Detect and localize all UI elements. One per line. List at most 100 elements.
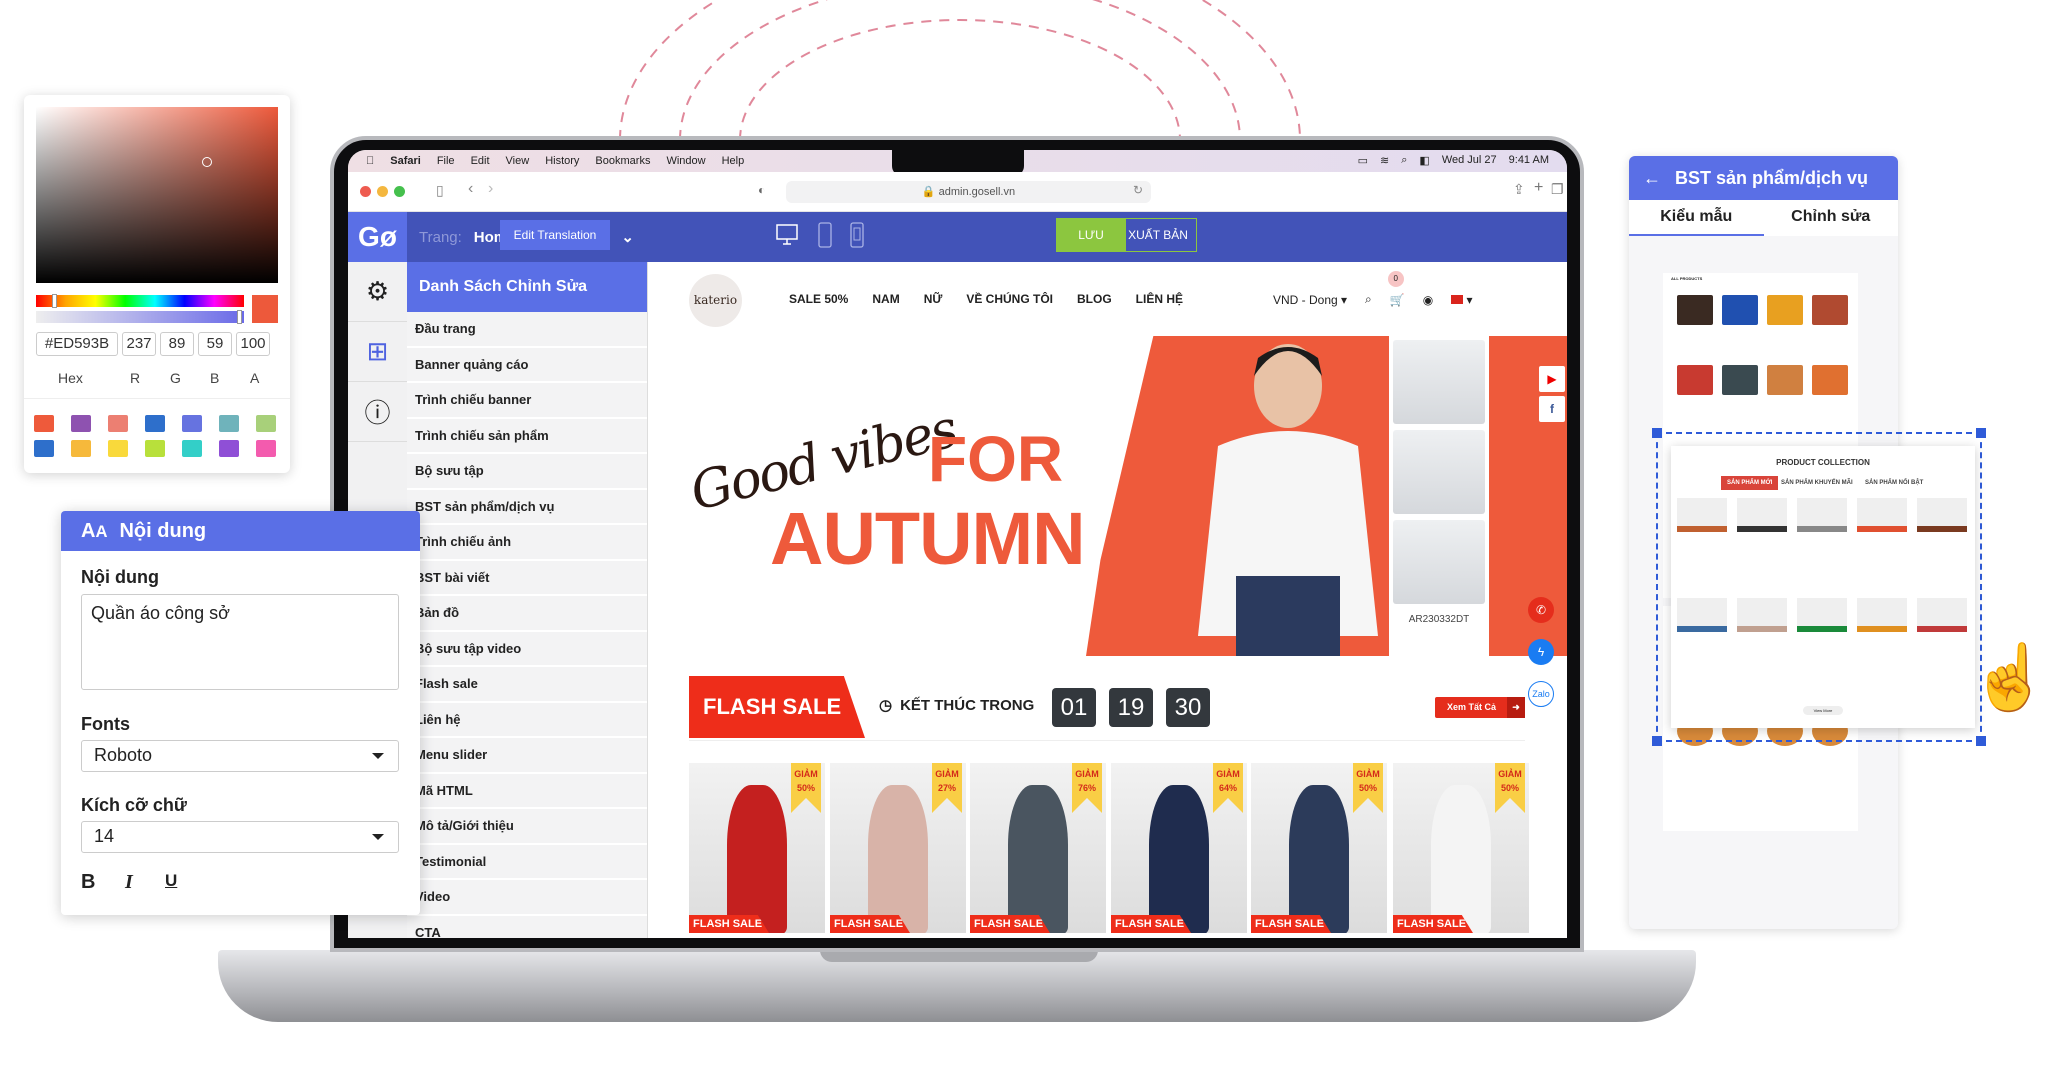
desktop-view-icon[interactable]: [776, 224, 798, 246]
sidebar-item[interactable]: BST sản phẩm/dịch vụ: [407, 490, 647, 525]
sidebar-item[interactable]: Đầu trang: [407, 312, 647, 348]
product-card[interactable]: GIẢM 64% FLASH SALE: [1111, 763, 1247, 933]
tab-edit[interactable]: Chỉnh sửa: [1764, 200, 1899, 236]
nav-contact[interactable]: LIÊN HỆ: [1136, 292, 1183, 306]
sidebar-item[interactable]: Bản đồ: [407, 596, 647, 632]
gosell-logo[interactable]: Gø: [348, 212, 407, 262]
battery-icon[interactable]: ▭: [1358, 154, 1368, 167]
currency-select[interactable]: VND - Dong ▾: [1273, 293, 1347, 307]
nav-blog[interactable]: BLOG: [1077, 292, 1112, 306]
bold-button[interactable]: B: [81, 871, 95, 894]
saturation-value-area[interactable]: [36, 107, 278, 283]
sidebar-item[interactable]: CTA: [407, 916, 647, 939]
alpha-handle[interactable]: [237, 310, 242, 324]
phone-icon[interactable]: ✆: [1528, 597, 1554, 623]
red-input[interactable]: 237: [122, 332, 156, 356]
color-swatch[interactable]: [219, 415, 239, 432]
search-icon[interactable]: ⌕: [1365, 292, 1372, 307]
content-textarea[interactable]: Quần áo công sở: [81, 594, 399, 690]
sidebar-item[interactable]: Banner quảng cáo: [407, 348, 647, 383]
product-card[interactable]: GIẢM 50% FLASH SALE: [1393, 763, 1529, 933]
settings-gear-icon[interactable]: ⚙: [348, 262, 407, 322]
color-swatch[interactable]: [71, 415, 91, 432]
nav-sale[interactable]: SALE 50%: [789, 292, 848, 306]
maximize-window-button[interactable]: [394, 186, 405, 197]
edit-translation-button[interactable]: Edit Translation: [500, 220, 610, 250]
reload-icon[interactable]: ↻: [1133, 183, 1143, 197]
help-icon[interactable]: ⓘ: [348, 382, 407, 442]
font-select[interactable]: Roboto: [81, 740, 399, 772]
tabs-overview-icon[interactable]: ❐: [1551, 181, 1564, 198]
color-swatch[interactable]: [256, 440, 276, 457]
color-swatch[interactable]: [182, 440, 202, 457]
green-input[interactable]: 89: [160, 332, 194, 356]
cart-icon[interactable]: 🛒 0: [1387, 270, 1405, 307]
color-swatch[interactable]: [219, 440, 239, 457]
tab-new-products[interactable]: SẢN PHẨM MỚI: [1721, 476, 1779, 490]
menu-app[interactable]: Safari: [390, 155, 421, 167]
product-card[interactable]: GIẢM 50% FLASH SALE: [1251, 763, 1387, 933]
sidebar-item[interactable]: Bộ sưu tập video: [407, 632, 647, 667]
color-swatch[interactable]: [145, 440, 165, 457]
tab-promo-products[interactable]: SẢN PHẨM KHUYẾN MÃI: [1775, 476, 1859, 490]
hue-handle[interactable]: [52, 294, 57, 308]
thumbnail-image[interactable]: [1393, 340, 1485, 424]
store-logo[interactable]: katerio: [689, 274, 742, 327]
sidebar-item[interactable]: Mô tả/Giới thiệu: [407, 809, 647, 845]
sidebar-item[interactable]: Mã HTML: [407, 774, 647, 809]
thumbnail-image[interactable]: [1393, 430, 1485, 514]
wifi-icon[interactable]: ≋: [1380, 154, 1389, 167]
thumbnail-image[interactable]: [1393, 520, 1485, 604]
product-card[interactable]: GIẢM 27% FLASH SALE: [830, 763, 966, 933]
control-center-icon[interactable]: ◧: [1419, 154, 1429, 167]
tablet-view-icon[interactable]: [850, 222, 864, 248]
resize-handle[interactable]: [1652, 736, 1662, 746]
nav-about[interactable]: VỀ CHÚNG TÔI: [966, 292, 1053, 306]
color-swatch[interactable]: [108, 440, 128, 457]
color-cursor[interactable]: [202, 157, 212, 167]
apple-icon[interactable]: : [366, 155, 374, 167]
alpha-slider[interactable]: [36, 310, 244, 324]
menu-edit[interactable]: Edit: [471, 155, 490, 167]
product-card[interactable]: GIẢM 50% FLASH SALE: [689, 763, 825, 933]
nav-women[interactable]: NỮ: [924, 292, 943, 306]
alpha-input[interactable]: 100: [236, 332, 270, 356]
sidebar-item[interactable]: Flash sale: [407, 667, 647, 703]
underline-button[interactable]: U: [165, 871, 177, 891]
menu-history[interactable]: History: [545, 155, 579, 167]
sidebar-toggle-icon[interactable]: ▯: [436, 182, 444, 199]
color-swatch[interactable]: [34, 440, 54, 457]
hero-banner[interactable]: AR230332DT Good vibes FOR AUTUMN: [648, 336, 1567, 656]
sidebar-item[interactable]: Menu slider: [407, 738, 647, 774]
new-tab-icon[interactable]: +: [1534, 179, 1543, 197]
back-icon[interactable]: ‹: [468, 180, 473, 198]
see-all-button[interactable]: Xem Tất Cả ➜: [1435, 697, 1525, 718]
forward-icon[interactable]: ›: [488, 180, 493, 198]
youtube-icon[interactable]: ▶: [1539, 366, 1565, 392]
hex-input[interactable]: #ED593B: [36, 332, 118, 356]
hue-slider[interactable]: [36, 294, 244, 308]
messenger-icon[interactable]: ϟ: [1528, 639, 1554, 665]
user-icon[interactable]: ◉: [1423, 293, 1433, 307]
product-card[interactable]: GIẢM 76% FLASH SALE: [970, 763, 1106, 933]
tab-templates[interactable]: Kiểu mẫu: [1629, 200, 1764, 236]
sidebar-item[interactable]: Liên hệ: [407, 703, 647, 738]
publish-button[interactable]: XUẤT BẢN: [1119, 218, 1197, 252]
sidebar-item[interactable]: Video: [407, 880, 647, 916]
menu-bookmarks[interactable]: Bookmarks: [595, 155, 650, 167]
color-swatch[interactable]: [256, 415, 276, 432]
menu-window[interactable]: Window: [666, 155, 705, 167]
privacy-shield-icon[interactable]: ◐: [758, 183, 765, 197]
sidebar-item[interactable]: Bộ sưu tập: [407, 454, 647, 490]
facebook-icon[interactable]: f: [1539, 396, 1565, 422]
tab-featured-products[interactable]: SẢN PHẨM NỔI BẬT: [1859, 476, 1929, 490]
product-collection-template[interactable]: PRODUCT COLLECTION SẢN PHẨM MỚI SẢN PHẨM…: [1671, 446, 1975, 728]
resize-handle[interactable]: [1652, 428, 1662, 438]
share-icon[interactable]: ⇪: [1513, 181, 1525, 198]
menu-file[interactable]: File: [437, 155, 455, 167]
menu-view[interactable]: View: [506, 155, 530, 167]
close-window-button[interactable]: [360, 186, 371, 197]
view-more-button[interactable]: View More: [1803, 706, 1843, 715]
color-swatch[interactable]: [71, 440, 91, 457]
minimize-window-button[interactable]: [377, 186, 388, 197]
